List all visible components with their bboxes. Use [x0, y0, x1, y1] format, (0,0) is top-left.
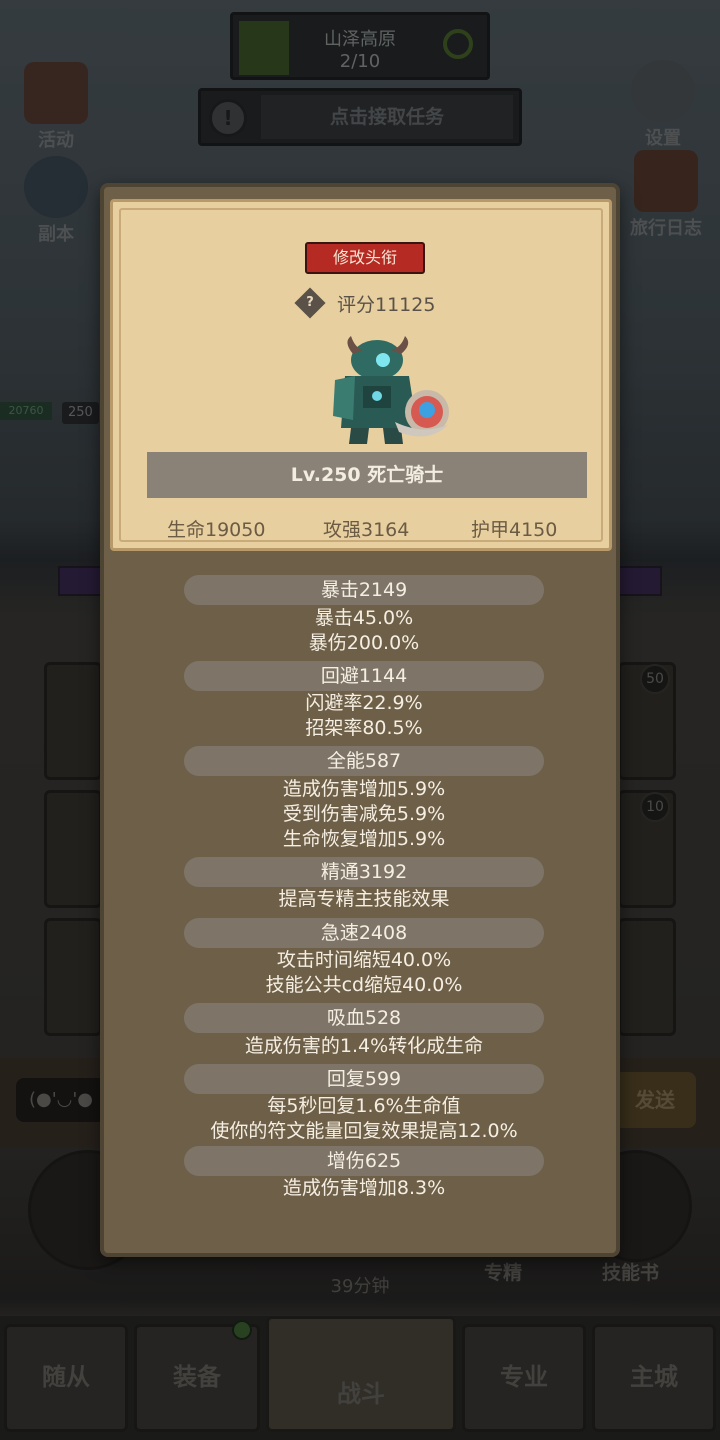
stat-header-crit: 暴击2149: [184, 575, 544, 605]
stat-line: 暴击45.0%: [314, 607, 414, 629]
stat-line: 技能公共cd缩短40.0%: [265, 974, 463, 996]
stat-line: 造成伤害增加5.9%: [282, 778, 446, 800]
stat-armor: 护甲4150: [471, 519, 558, 541]
stat-line: 使你的符文能量回复效果提高12.0%: [210, 1120, 518, 1142]
stat-header-leech: 吸血528: [184, 1003, 544, 1033]
death-knight-avatar: [333, 336, 449, 444]
stat-line: 招架率80.5%: [305, 717, 423, 739]
stat-header-avoidance: 回避1144: [184, 661, 544, 691]
stat-hp: 生命19050: [167, 519, 266, 541]
character-stats-popup: 修改头衔 ? 评分11125 Lv.250 死亡骑士 生命19050 攻强316…: [100, 183, 620, 1257]
stat-header-mastery: 精通3192: [184, 857, 544, 887]
stat-line: 受到伤害减免5.9%: [282, 803, 446, 825]
stat-line: 提高专精主技能效果: [278, 888, 450, 910]
score-value: 评分11125: [337, 294, 436, 316]
stat-line: 造成伤害增加8.3%: [282, 1177, 446, 1199]
stat-line: 闪避率22.9%: [305, 692, 423, 714]
stat-line: 每5秒回复1.6%生命值: [267, 1095, 461, 1117]
stat-line: 攻击时间缩短40.0%: [276, 949, 452, 971]
stat-header-damage-bonus: 增伤625: [184, 1146, 544, 1176]
hero-name-bar: Lv.250 死亡骑士: [147, 452, 587, 498]
stat-header-versatility: 全能587: [184, 746, 544, 776]
stat-header-haste: 急速2408: [184, 918, 544, 948]
stat-attack-power: 攻强3164: [323, 519, 410, 541]
score-display: ? 评分11125: [293, 287, 453, 319]
change-title-button[interactable]: 修改头衔: [305, 242, 425, 274]
stat-line: 暴伤200.0%: [308, 632, 420, 654]
help-icon-glyph: ?: [306, 295, 314, 310]
stat-line: 造成伤害的1.4%转化成生命: [244, 1035, 484, 1057]
stat-header-regen: 回复599: [184, 1064, 544, 1094]
character-card: 修改头衔 ? 评分11125 Lv.250 死亡骑士 生命19050 攻强316…: [110, 199, 612, 551]
stat-line: 生命恢复增加5.9%: [282, 828, 446, 850]
